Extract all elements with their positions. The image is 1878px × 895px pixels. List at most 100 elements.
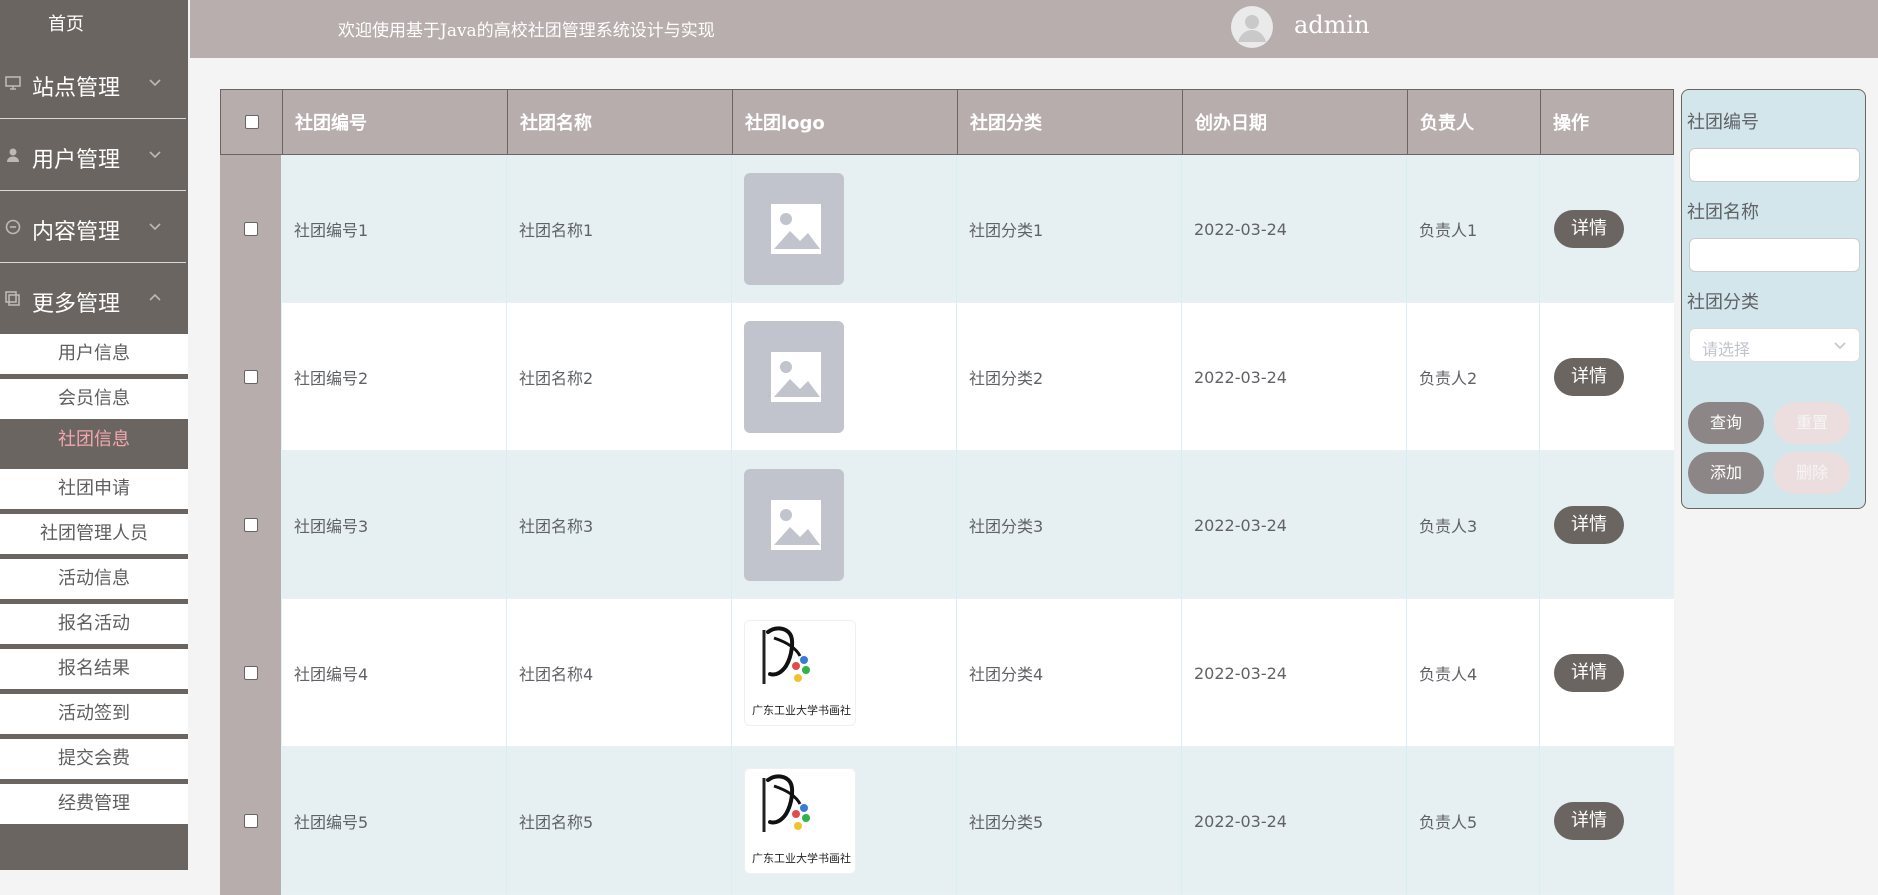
- sidebar-section-label: 用户管理: [32, 148, 121, 173]
- label-club-id: 社团编号: [1687, 112, 1759, 133]
- submenu-label: 社团申请: [58, 478, 130, 499]
- username[interactable]: admin: [1294, 11, 1370, 39]
- cell-club-name: 社团名称5: [507, 747, 732, 895]
- header-select-all[interactable]: [221, 90, 283, 154]
- sidebar-section-content[interactable]: 内容管理: [0, 192, 186, 263]
- row-select[interactable]: [220, 303, 282, 451]
- submenu-item-club-info[interactable]: 社团信息: [0, 420, 188, 460]
- submenu-item-club-admins[interactable]: 社团管理人员: [0, 514, 188, 554]
- sidebar-section-site[interactable]: 站点管理: [0, 48, 186, 119]
- club-logo-image: 广东工业大学书画社: [744, 768, 856, 874]
- submenu-item-signup-activity[interactable]: 报名活动: [0, 604, 188, 644]
- club-name-input[interactable]: [1689, 238, 1860, 272]
- cell-club-id: 社团编号1: [282, 155, 507, 303]
- row-checkbox[interactable]: [243, 222, 258, 236]
- header-club-category: 社团分类: [958, 90, 1183, 154]
- row-checkbox[interactable]: [243, 666, 258, 680]
- calligraphy-logo-icon: [762, 626, 810, 684]
- submenu-item-submit-fee[interactable]: 提交会费: [0, 739, 188, 779]
- submenu-item-activity-checkin[interactable]: 活动签到: [0, 694, 188, 734]
- header-founded-date: 创办日期: [1183, 90, 1408, 154]
- cell-club-logo: 广东工业大学书画社: [732, 747, 957, 895]
- chevron-up-icon: [148, 290, 162, 304]
- cell-club-name: 社团名称2: [507, 303, 732, 451]
- submenu-item-member-info[interactable]: 会员信息: [0, 379, 188, 419]
- detail-button[interactable]: 详情: [1554, 210, 1624, 248]
- submenu-label: 经费管理: [58, 793, 130, 814]
- submenu-label: 社团管理人员: [40, 523, 148, 544]
- reset-button[interactable]: 重置: [1774, 402, 1850, 444]
- chevron-down-icon: [1833, 337, 1847, 351]
- row-select[interactable]: [220, 155, 282, 303]
- submenu-item-signup-result[interactable]: 报名结果: [0, 649, 188, 689]
- cell-actions: 详情: [1540, 303, 1674, 451]
- submenu-label: 用户信息: [58, 343, 130, 364]
- avatar[interactable]: [1231, 6, 1273, 48]
- image-placeholder-icon: [744, 321, 844, 433]
- cell-club-name: 社团名称4: [507, 599, 732, 747]
- cell-owner: 负责人4: [1407, 599, 1540, 747]
- detail-button[interactable]: 详情: [1554, 654, 1624, 692]
- club-category-select[interactable]: 请选择: [1689, 328, 1860, 362]
- logo-caption: 广东工业大学书画社: [752, 704, 851, 717]
- select-all-checkbox[interactable]: [244, 115, 259, 129]
- row-checkbox[interactable]: [243, 814, 258, 828]
- cell-club-id: 社团编号4: [282, 599, 507, 747]
- submenu-label: 报名结果: [58, 658, 130, 679]
- cell-club-name: 社团名称1: [507, 155, 732, 303]
- monitor-icon: [4, 74, 22, 92]
- sidebar: 首页 站点管理 用户管理 内容管理 更多管理 用户信息 会员信息 社团信息 社团…: [0, 0, 188, 870]
- row-select[interactable]: [220, 747, 282, 895]
- submenu-label: 活动信息: [58, 568, 130, 589]
- cell-club-name: 社团名称3: [507, 451, 732, 599]
- table-header: 社团编号 社团名称 社团logo 社团分类 创办日期 负责人 操作: [220, 89, 1674, 155]
- chat-icon: [4, 218, 22, 236]
- detail-button[interactable]: 详情: [1554, 802, 1624, 840]
- submenu-item-user-info[interactable]: 用户信息: [0, 334, 188, 374]
- row-select[interactable]: [220, 599, 282, 747]
- cell-actions: 详情: [1540, 155, 1674, 303]
- sidebar-home[interactable]: 首页: [48, 10, 84, 36]
- sidebar-section-more[interactable]: 更多管理: [0, 264, 186, 335]
- user-avatar-icon: [1238, 15, 1266, 42]
- row-select[interactable]: [220, 451, 282, 599]
- label-club-category: 社团分类: [1687, 292, 1759, 313]
- submenu-item-club-apply[interactable]: 社团申请: [0, 469, 188, 509]
- table-row: 社团编号1 社团名称1 社团分类1 2022-03-24 负责人1 详情: [220, 155, 1674, 303]
- header-actions: 操作: [1553, 113, 1589, 134]
- add-button[interactable]: 添加: [1688, 452, 1764, 494]
- submenu-item-fund-manage[interactable]: 经费管理: [0, 784, 188, 824]
- cell-actions: 详情: [1540, 599, 1674, 747]
- cell-club-category: 社团分类5: [957, 747, 1182, 895]
- search-panel: 社团编号 社团名称 社团分类 请选择 查询 重置 添加 删除: [1681, 89, 1866, 509]
- delete-button[interactable]: 删除: [1774, 452, 1850, 494]
- image-placeholder-icon: [744, 173, 844, 285]
- sidebar-section-user[interactable]: 用户管理: [0, 120, 186, 191]
- submenu-label: 会员信息: [58, 388, 130, 409]
- submenu-item-activity-info[interactable]: 活动信息: [0, 559, 188, 599]
- top-header: 欢迎使用基于Java的高校社团管理系统设计与实现 admin: [190, 0, 1878, 58]
- club-id-input[interactable]: [1689, 148, 1860, 182]
- detail-button[interactable]: 详情: [1554, 506, 1624, 544]
- cell-club-logo: [732, 303, 957, 451]
- table-row: 社团编号3 社团名称3 社团分类3 2022-03-24 负责人3 详情: [220, 451, 1674, 599]
- cell-club-id: 社团编号3: [282, 451, 507, 599]
- logo-caption: 广东工业大学书画社: [752, 852, 851, 865]
- cell-club-logo: [732, 155, 957, 303]
- query-button[interactable]: 查询: [1688, 402, 1764, 444]
- detail-button[interactable]: 详情: [1554, 358, 1624, 396]
- cell-owner: 负责人2: [1407, 303, 1540, 451]
- row-checkbox[interactable]: [243, 518, 258, 532]
- header-club-name: 社团名称: [508, 90, 733, 154]
- submenu-label: 报名活动: [58, 613, 130, 634]
- cell-actions: 详情: [1540, 747, 1674, 895]
- cell-club-category: 社团分类2: [957, 303, 1182, 451]
- cell-club-id: 社团编号5: [282, 747, 507, 895]
- submenu-label: 社团信息: [58, 429, 130, 450]
- table-row: 社团编号5 社团名称5 广东工业大学书画社 社团分类5 2022-03-24 负…: [220, 747, 1674, 895]
- chevron-down-icon: [148, 74, 162, 88]
- cell-club-id: 社团编号2: [282, 303, 507, 451]
- row-checkbox[interactable]: [243, 370, 258, 384]
- copy-icon: [4, 290, 22, 308]
- label-club-name: 社团名称: [1687, 202, 1759, 223]
